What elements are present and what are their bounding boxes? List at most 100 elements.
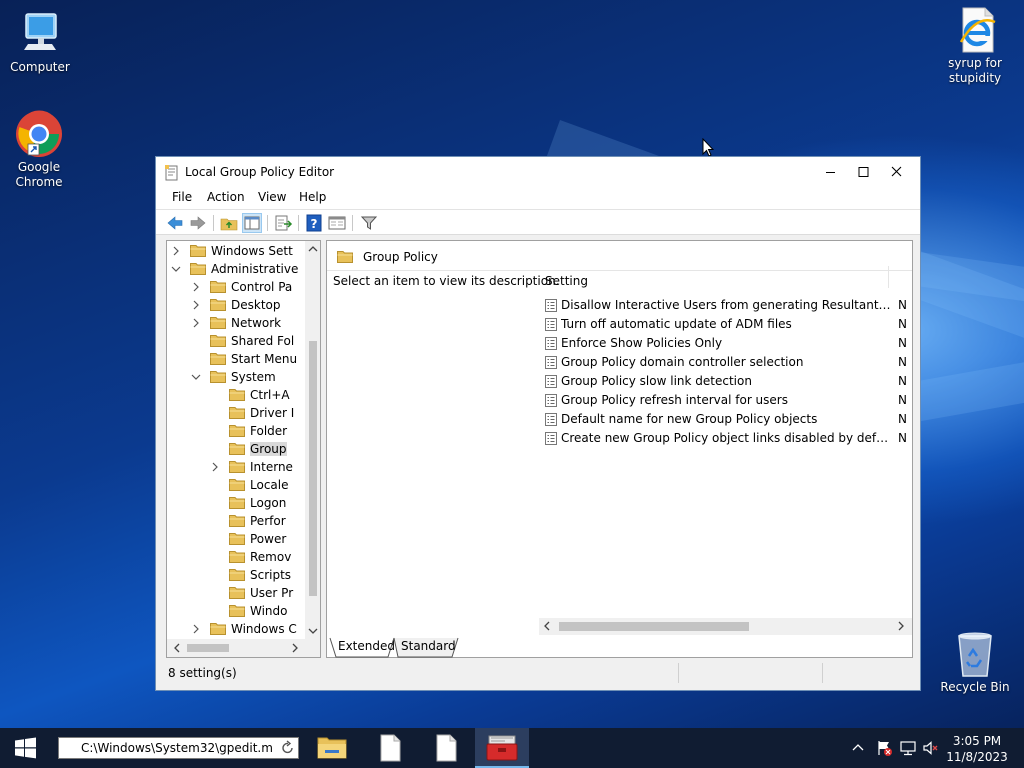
taskbar-notepad-2[interactable] (419, 728, 473, 768)
tree-item[interactable]: System (167, 368, 305, 386)
toolbar-separator (298, 215, 299, 231)
tree-item[interactable]: Group (167, 440, 305, 458)
desktop-icon-label: Google Chrome (15, 160, 63, 189)
menu-action[interactable]: Action (203, 189, 249, 205)
minimize-button[interactable] (814, 157, 847, 187)
address-toolbar (58, 737, 299, 759)
setting-row[interactable]: Default name for new Group Policy object… (545, 410, 912, 429)
console-tree[interactable]: Windows Sett Administrative Control Pa Desk… (166, 240, 321, 658)
help-icon[interactable]: ? (304, 213, 324, 233)
setting-name: Disallow Interactive Users from generati… (561, 298, 891, 312)
setting-row[interactable]: Create new Group Policy object links dis… (545, 429, 912, 448)
show-hidden-icons-chevron-icon[interactable] (849, 739, 867, 757)
setting-row[interactable]: Group Policy slow link detection N (545, 372, 912, 391)
title-bar[interactable]: Local Group Policy Editor (156, 157, 920, 187)
action-center-flag-icon[interactable] (875, 739, 893, 757)
start-button[interactable] (0, 728, 50, 768)
tree-item[interactable]: Desktop (167, 296, 305, 314)
tree-item[interactable]: Power (167, 530, 305, 548)
tree-item[interactable]: Administrative (167, 260, 305, 278)
clock-date: 11/8/2023 (946, 750, 1008, 764)
menu-help[interactable]: Help (295, 189, 330, 205)
forward-arrow-icon[interactable] (188, 213, 208, 233)
tree-item-label: Remov (250, 550, 292, 564)
up-folder-icon[interactable] (219, 213, 239, 233)
tree-item[interactable]: Windows Sett (167, 242, 305, 260)
desktop-icon-computer[interactable]: Computer (2, 10, 78, 75)
chevron-down-icon[interactable] (191, 371, 201, 383)
folder-icon (229, 604, 245, 617)
tree-item[interactable]: Network (167, 314, 305, 332)
tree-item[interactable]: Shared Fol (167, 332, 305, 350)
setting-state: N (898, 336, 907, 350)
tree-item[interactable]: Perfor (167, 512, 305, 530)
setting-row[interactable]: Disallow Interactive Users from generati… (545, 296, 912, 315)
tree-item[interactable]: Interne (167, 458, 305, 476)
taskbar-notepad-1[interactable] (363, 728, 417, 768)
tree-horizontal-scrollbar[interactable] (167, 639, 320, 657)
tree-item[interactable]: Locale (167, 476, 305, 494)
setting-row[interactable]: Turn off automatic update of ADM files N (545, 315, 912, 334)
back-arrow-icon[interactable] (165, 213, 185, 233)
desktop-icon-chrome[interactable]: Google Chrome (1, 110, 77, 190)
network-icon[interactable] (899, 739, 917, 757)
tree-item-label: Network (231, 316, 282, 330)
taskbar-file-explorer[interactable] (305, 728, 359, 768)
menu-file[interactable]: File (168, 189, 196, 205)
folder-icon (210, 334, 226, 347)
tree-scroll-thumb[interactable] (309, 341, 317, 596)
tree-item-label: Desktop (231, 298, 281, 312)
filter-icon[interactable] (359, 213, 379, 233)
run-address-input[interactable] (81, 740, 277, 756)
column-header-divider[interactable] (888, 266, 889, 288)
setting-name: Group Policy slow link detection (561, 374, 752, 388)
tree-hscroll-thumb[interactable] (187, 644, 229, 652)
chevron-right-icon[interactable] (191, 623, 201, 635)
chevron-right-icon[interactable] (210, 461, 220, 473)
desktop-icon-syrup[interactable]: syrup for stupidity (937, 6, 1013, 86)
tree-item[interactable]: Logon (167, 494, 305, 512)
show-hide-console-tree-icon[interactable] (242, 213, 262, 233)
setting-row[interactable]: Group Policy refresh interval for users N (545, 391, 912, 410)
policy-setting-icon (545, 394, 557, 407)
chevron-down-icon[interactable] (171, 263, 181, 275)
chevron-right-icon[interactable] (191, 281, 201, 293)
system-clock[interactable]: 3:05 PM 11/8/2023 (942, 733, 1012, 765)
tree-item[interactable]: Control Pa (167, 278, 305, 296)
volume-muted-icon[interactable] (922, 739, 940, 757)
desktop-icon-recycle-bin[interactable]: Recycle Bin (937, 630, 1013, 695)
close-button[interactable] (880, 157, 913, 187)
setting-row[interactable]: Enforce Show Policies Only N (545, 334, 912, 353)
menu-view[interactable]: View (254, 189, 290, 205)
column-header-setting[interactable]: Setting (545, 274, 588, 288)
tab-standard[interactable]: Standard (395, 637, 462, 657)
chevron-right-icon[interactable] (191, 299, 201, 311)
taskbar-group-policy-editor[interactable] (475, 728, 529, 768)
setting-row[interactable]: Group Policy domain controller selection… (545, 353, 912, 372)
tree-item[interactable]: Windows C (167, 620, 305, 638)
tree-item[interactable]: Start Menu (167, 350, 305, 368)
setting-name: Create new Group Policy object links dis… (561, 431, 891, 445)
details-pane: Group Policy Select an item to view its … (326, 240, 913, 658)
tree-item[interactable]: Scripts (167, 566, 305, 584)
refresh-icon[interactable] (279, 740, 297, 756)
details-horizontal-scrollbar[interactable] (539, 618, 912, 635)
maximize-button[interactable] (847, 157, 880, 187)
policy-setting-icon (545, 432, 557, 445)
folder-icon (229, 424, 245, 437)
tree-item[interactable]: Ctrl+A (167, 386, 305, 404)
tree-item[interactable]: Driver I (167, 404, 305, 422)
setting-state: N (898, 298, 907, 312)
properties-view-icon[interactable] (327, 213, 347, 233)
tree-vertical-scrollbar[interactable] (305, 241, 320, 639)
tree-item[interactable]: Folder (167, 422, 305, 440)
export-list-icon[interactable] (273, 213, 293, 233)
tree-item[interactable]: User Pr (167, 584, 305, 602)
setting-state: N (898, 355, 907, 369)
details-hscroll-thumb[interactable] (559, 622, 749, 631)
chevron-right-icon[interactable] (171, 245, 181, 257)
chevron-right-icon[interactable] (191, 317, 201, 329)
tree-item[interactable]: Remov (167, 548, 305, 566)
tree-item[interactable]: Windo (167, 602, 305, 620)
tab-extended[interactable]: Extended (332, 637, 401, 657)
